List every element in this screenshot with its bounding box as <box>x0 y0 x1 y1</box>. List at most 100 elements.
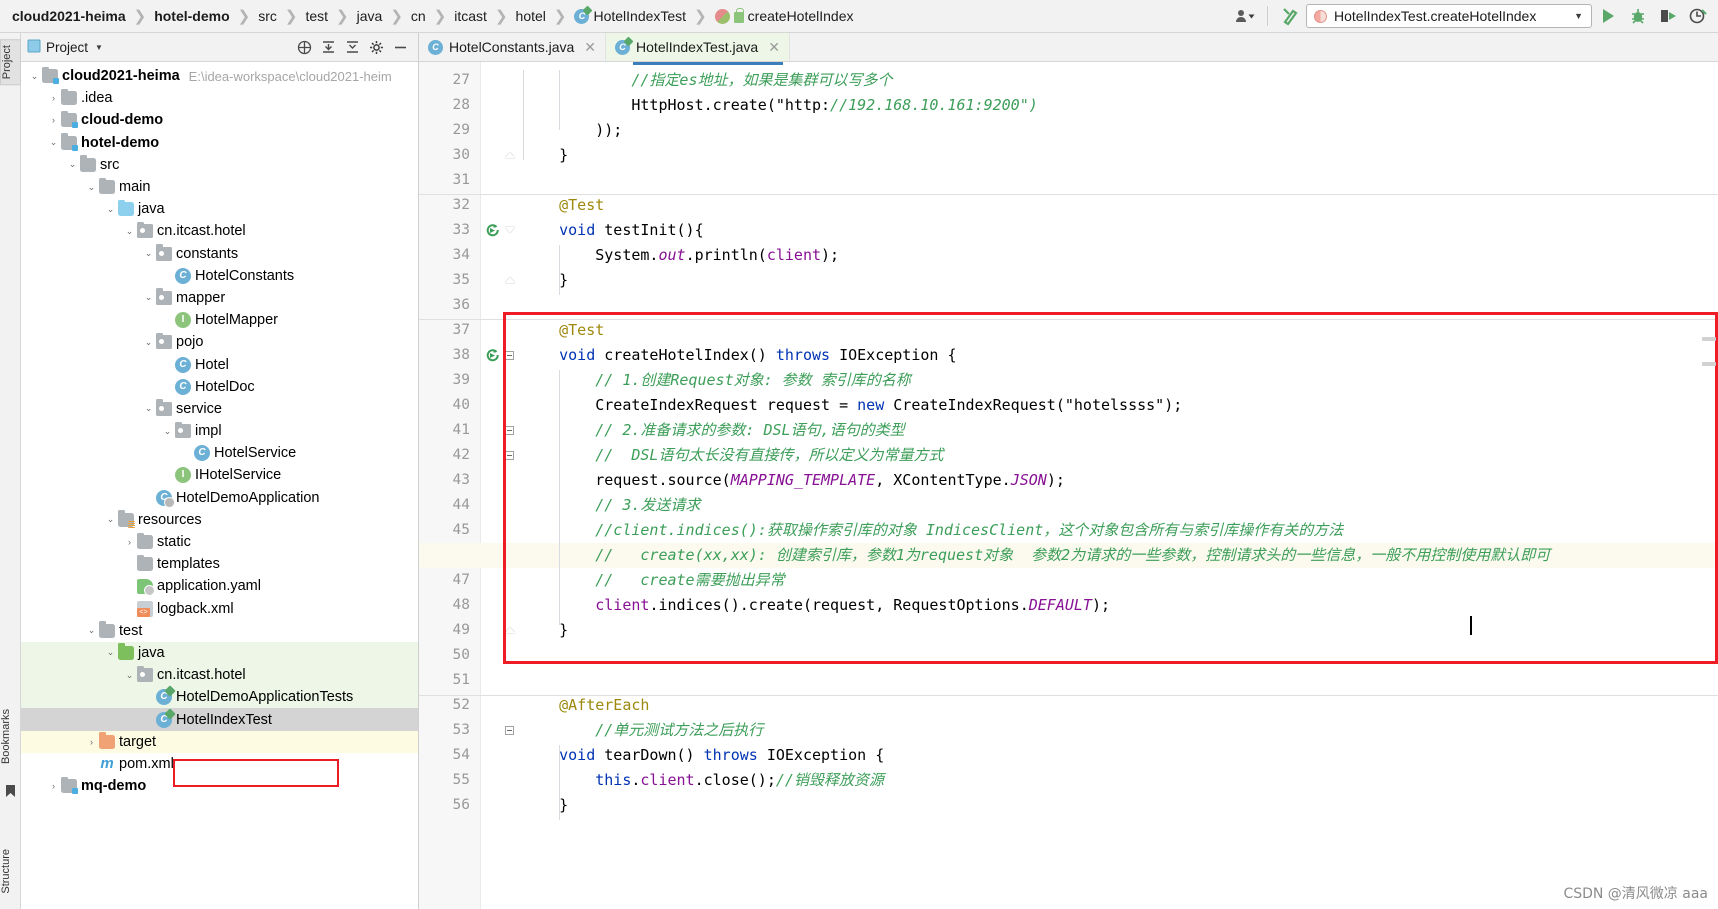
tree-node-test[interactable]: ⌄ test <box>21 620 418 642</box>
tree-node-templates[interactable]: templates <box>21 553 418 575</box>
user-settings-icon[interactable] <box>1231 3 1259 29</box>
run-icon[interactable] <box>1594 3 1622 29</box>
chevron-down-icon[interactable]: ⌄ <box>141 292 156 303</box>
tree-node-hotel-demo[interactable]: ⌄ hotel-demo <box>21 132 418 154</box>
chevron-down-icon[interactable]: ⌄ <box>160 426 175 437</box>
chevron-down-icon[interactable]: ⌄ <box>65 159 80 170</box>
editor-gutter[interactable]: 2728293031323334353637383940414243444546… <box>419 62 481 909</box>
chevron-down-icon[interactable]: ⌄ <box>141 248 156 259</box>
code-line-39[interactable]: // 1.创建Request对象: 参数 索引库的名称 <box>523 368 910 393</box>
chevron-down-icon[interactable]: ⌄ <box>122 670 137 681</box>
tree-node-logback-xml[interactable]: logback.xml <box>21 598 418 620</box>
code-line-46[interactable]: // create(xx,xx): 创建索引库，参数1为request对象 参数… <box>523 543 1550 568</box>
run-configuration-selector[interactable]: HotelIndexTest.createHotelIndex ▼ <box>1306 4 1592 28</box>
fold-region-end-icon[interactable] <box>505 627 515 633</box>
tree-node-hotel[interactable]: C Hotel <box>21 353 418 375</box>
code-line-48[interactable]: client.indices().create(request, Request… <box>523 593 1110 618</box>
chevron-right-icon[interactable]: › <box>84 737 99 747</box>
tree-node-hotelindextest[interactable]: C HotelIndexTest <box>21 708 418 731</box>
tree-node-main[interactable]: ⌄ main <box>21 176 418 198</box>
run-test-gutter-icon[interactable] <box>485 223 499 237</box>
tool-window-tab-bookmarks[interactable]: Bookmarks <box>0 704 21 769</box>
scrollbar-marker[interactable] <box>1702 337 1716 341</box>
chevron-down-icon[interactable]: ⌄ <box>27 71 42 82</box>
tree-node-mq-demo[interactable]: › mq-demo <box>21 775 418 797</box>
tree-node-mapper[interactable]: ⌄ mapper <box>21 287 418 309</box>
breadcrumb-item-class[interactable]: C HotelIndexTest <box>572 8 688 24</box>
chevron-right-icon[interactable]: › <box>122 537 137 547</box>
close-icon[interactable]: ✕ <box>768 39 780 56</box>
tree-node-static[interactable]: › static <box>21 531 418 553</box>
tree-node-java[interactable]: ⌄ java <box>21 641 418 665</box>
run-with-coverage-icon[interactable] <box>1654 3 1682 29</box>
tree-node-pom-xml[interactable]: m pom.xml <box>21 753 418 775</box>
code-line-29[interactable]: )); <box>523 118 622 143</box>
tree-node-ihotelservice[interactable]: I IHotelService <box>21 464 418 486</box>
chevron-down-icon[interactable]: ⌄ <box>141 337 156 348</box>
tool-window-tab-project[interactable]: Project <box>0 39 21 86</box>
chevron-right-icon[interactable]: › <box>46 115 61 125</box>
fold-collapse-icon[interactable] <box>505 451 514 460</box>
code-line-41[interactable]: // 2.准备请求的参数: DSL语句,语句的类型 <box>523 418 904 443</box>
chevron-down-icon[interactable]: ⌄ <box>84 182 99 193</box>
code-line-47[interactable]: // create需要抛出异常 <box>523 568 784 593</box>
tree-node-hotelservice[interactable]: C HotelService <box>21 442 418 464</box>
tree-node-service[interactable]: ⌄ service <box>21 398 418 420</box>
fold-region-end-icon[interactable] <box>505 152 515 158</box>
code-line-34[interactable]: System.out.println(client); <box>523 243 839 268</box>
scrollbar-marker[interactable] <box>1702 362 1716 366</box>
chevron-down-icon[interactable]: ⌄ <box>122 226 137 237</box>
tree-node-constants[interactable]: ⌄ constants <box>21 243 418 265</box>
collapse-all-icon[interactable] <box>321 40 336 55</box>
expand-all-icon[interactable] <box>345 40 360 55</box>
breadcrumb-item-project[interactable]: cloud2021-heima <box>10 8 128 24</box>
code-line-52[interactable]: @AfterEach <box>523 693 649 718</box>
build-icon[interactable] <box>1276 3 1304 29</box>
tree-node-cn-itcast-hotel[interactable]: ⌄ cn.itcast.hotel <box>21 220 418 242</box>
chevron-down-icon[interactable]: ⌄ <box>103 204 118 215</box>
project-tree[interactable]: ⌄ cloud2021-heima E:\idea-workspace\cloud2… <box>21 62 418 909</box>
code-line-44[interactable]: // 3.发送请求 <box>523 493 700 518</box>
fold-collapse-icon[interactable] <box>505 227 515 233</box>
breadcrumb-item-cn[interactable]: cn <box>409 8 428 24</box>
fold-collapse-icon[interactable] <box>505 351 514 360</box>
code-line-43[interactable]: request.source(MAPPING_TEMPLATE, XConten… <box>523 468 1065 493</box>
code-line-38[interactable]: void createHotelIndex() throws IOExcepti… <box>523 343 956 368</box>
tree-node-impl[interactable]: ⌄ impl <box>21 420 418 442</box>
code-text[interactable]: //指定es地址，如果是集群可以写多个 HttpHost.create("htt… <box>523 62 1696 909</box>
tree-node-cloud2021-heima[interactable]: ⌄ cloud2021-heima E:\idea-workspace\cloud2… <box>21 65 418 87</box>
tree-node-java[interactable]: ⌄ java <box>21 198 418 220</box>
breadcrumb-item-test[interactable]: test <box>303 8 330 24</box>
breadcrumb-item-java[interactable]: java <box>355 8 385 24</box>
chevron-down-icon[interactable]: ⌄ <box>84 625 99 636</box>
code-line-40[interactable]: CreateIndexRequest request = new CreateI… <box>523 393 1182 418</box>
settings-gear-icon[interactable] <box>369 40 384 55</box>
code-line-56[interactable]: } <box>523 793 568 818</box>
tree-node-hoteldemoapplicationtests[interactable]: C HotelDemoApplicationTests <box>21 686 418 709</box>
breadcrumb-item-src[interactable]: src <box>256 8 279 24</box>
code-line-37[interactable]: @Test <box>523 318 604 343</box>
breadcrumb-item-method[interactable]: createHotelIndex <box>713 7 856 24</box>
chevron-right-icon[interactable]: › <box>46 781 61 791</box>
tree-node-src[interactable]: ⌄ src <box>21 154 418 176</box>
fold-region-end-icon[interactable] <box>505 277 515 283</box>
breadcrumb-item-module[interactable]: hotel-demo <box>152 8 231 24</box>
breadcrumb-item-itcast[interactable]: itcast <box>452 8 489 24</box>
tree-node-hotelconstants[interactable]: C HotelConstants <box>21 265 418 287</box>
chevron-down-icon[interactable]: ⌄ <box>141 403 156 414</box>
tool-window-tab-structure[interactable]: Structure <box>0 844 21 899</box>
breadcrumb-item-hotel[interactable]: hotel <box>514 8 548 24</box>
debug-icon[interactable] <box>1624 3 1652 29</box>
code-line-35[interactable]: } <box>523 268 568 293</box>
chevron-down-icon[interactable]: ▼ <box>95 43 103 52</box>
code-line-33[interactable]: void testInit(){ <box>523 218 704 243</box>
tab-HotelIndexTest-java[interactable]: C HotelIndexTest.java ✕ <box>606 33 790 61</box>
tree-node-cn-itcast-hotel[interactable]: ⌄ cn.itcast.hotel <box>21 664 418 687</box>
chevron-down-icon[interactable]: ⌄ <box>46 137 61 148</box>
scope-icon[interactable] <box>297 40 312 55</box>
code-line-49[interactable]: } <box>523 618 568 643</box>
profile-icon[interactable] <box>1684 3 1712 29</box>
code-line-54[interactable]: void tearDown() throws IOException { <box>523 743 884 768</box>
fold-collapse-icon[interactable] <box>505 426 514 435</box>
code-line-45[interactable]: //client.indices():获取操作索引库的对象 IndicesCli… <box>523 518 1343 543</box>
